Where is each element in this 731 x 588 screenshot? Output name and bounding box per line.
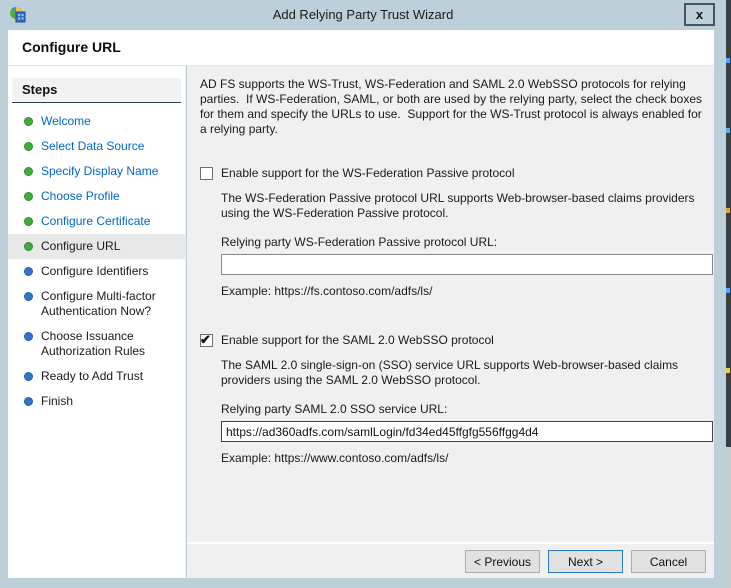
dialog-bottom-frame bbox=[0, 578, 726, 588]
previous-button[interactable]: < Previous bbox=[465, 550, 540, 573]
page-title: Configure URL bbox=[22, 39, 121, 55]
close-button[interactable]: x bbox=[684, 3, 715, 26]
wizard-app-icon bbox=[9, 6, 27, 24]
background-window-edge-lower bbox=[726, 447, 731, 588]
sidebar-item-choose-profile[interactable]: Choose Profile bbox=[8, 184, 185, 209]
steps-sidebar: Steps Welcome Select Data Source Specify… bbox=[8, 66, 186, 578]
intro-text: AD FS supports the WS-Trust, WS-Federati… bbox=[200, 77, 706, 137]
steps-header: Steps bbox=[12, 78, 181, 103]
sidebar-item-ready-to-add-trust[interactable]: Ready to Add Trust bbox=[8, 364, 185, 389]
cancel-button[interactable]: Cancel bbox=[631, 550, 706, 573]
window-title: Add Relying Party Trust Wizard bbox=[0, 0, 726, 30]
sidebar-item-configure-identifiers[interactable]: Configure Identifiers bbox=[8, 259, 185, 284]
wsfed-checkbox[interactable]: ✔ bbox=[200, 167, 213, 180]
step-todo-icon bbox=[24, 397, 33, 406]
step-done-icon bbox=[24, 217, 33, 226]
step-done-icon bbox=[24, 117, 33, 126]
steps-list: Welcome Select Data Source Specify Displ… bbox=[8, 109, 185, 414]
step-todo-icon bbox=[24, 292, 33, 301]
step-current-icon bbox=[24, 242, 33, 251]
wsfed-description: The WS-Federation Passive protocol URL s… bbox=[221, 191, 713, 221]
background-window-edge bbox=[726, 0, 731, 447]
step-done-icon bbox=[24, 192, 33, 201]
sidebar-item-select-data-source[interactable]: Select Data Source bbox=[8, 134, 185, 159]
step-todo-icon bbox=[24, 267, 33, 276]
sidebar-item-configure-url[interactable]: Configure URL bbox=[8, 234, 185, 259]
next-button[interactable]: Next > bbox=[548, 550, 623, 573]
checkmark-icon: ✔ bbox=[200, 332, 211, 347]
wsfed-url-label: Relying party WS-Federation Passive prot… bbox=[221, 235, 713, 249]
sidebar-item-configure-certificate[interactable]: Configure Certificate bbox=[8, 209, 185, 234]
main-content: AD FS supports the WS-Trust, WS-Federati… bbox=[187, 66, 714, 578]
step-todo-icon bbox=[24, 372, 33, 381]
step-todo-icon bbox=[24, 332, 33, 341]
saml-description: The SAML 2.0 single-sign-on (SSO) servic… bbox=[221, 358, 713, 388]
saml-url-input[interactable] bbox=[221, 421, 713, 442]
saml-example-text: Example: https://www.contoso.com/adfs/ls… bbox=[221, 451, 713, 465]
sidebar-item-choose-issuance-rules[interactable]: Choose Issuance Authorization Rules bbox=[8, 324, 185, 364]
titlebar: Add Relying Party Trust Wizard x bbox=[0, 0, 726, 30]
footer-button-bar: < Previous Next > Cancel bbox=[187, 544, 714, 578]
page-header: Configure URL bbox=[8, 30, 714, 66]
wsfed-section: The WS-Federation Passive protocol URL s… bbox=[221, 191, 713, 298]
step-done-icon bbox=[24, 167, 33, 176]
wsfed-example-text: Example: https://fs.contoso.com/adfs/ls/ bbox=[221, 284, 713, 298]
wsfed-checkbox-row: ✔ Enable support for the WS-Federation P… bbox=[200, 166, 704, 180]
wsfed-checkbox-label[interactable]: Enable support for the WS-Federation Pas… bbox=[221, 166, 514, 180]
wsfed-url-input[interactable] bbox=[221, 254, 713, 275]
saml-checkbox[interactable]: ✔ bbox=[200, 334, 213, 347]
step-done-icon bbox=[24, 142, 33, 151]
sidebar-item-welcome[interactable]: Welcome bbox=[8, 109, 185, 134]
sidebar-item-configure-mfa[interactable]: Configure Multi-factor Authentication No… bbox=[8, 284, 185, 324]
saml-url-label: Relying party SAML 2.0 SSO service URL: bbox=[221, 402, 713, 416]
saml-section: The SAML 2.0 single-sign-on (SSO) servic… bbox=[221, 358, 713, 465]
saml-checkbox-label[interactable]: Enable support for the SAML 2.0 WebSSO p… bbox=[221, 333, 494, 347]
sidebar-item-finish[interactable]: Finish bbox=[8, 389, 185, 414]
sidebar-item-specify-display-name[interactable]: Specify Display Name bbox=[8, 159, 185, 184]
saml-checkbox-row: ✔ Enable support for the SAML 2.0 WebSSO… bbox=[200, 333, 704, 347]
